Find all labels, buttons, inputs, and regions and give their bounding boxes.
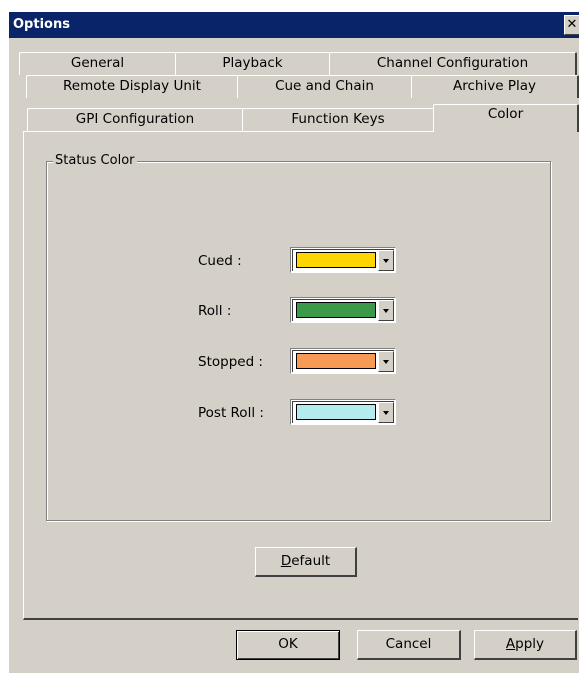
chevron-down-icon[interactable]: [378, 300, 394, 321]
status-color-group-title: Status Color: [53, 153, 137, 168]
close-button[interactable]: ✕: [564, 15, 579, 35]
default-button[interactable]: Default: [255, 547, 357, 577]
chevron-down-icon[interactable]: [378, 250, 394, 271]
stopped-color-swatch: [296, 353, 376, 369]
roll-label: Roll :: [198, 303, 232, 319]
tab-function-keys[interactable]: Function Keys: [242, 108, 435, 131]
status-color-group: Status Color: [46, 153, 551, 521]
apply-button[interactable]: Apply: [474, 630, 577, 660]
cued-label: Cued :: [198, 253, 242, 269]
tab-gpi-configuration[interactable]: GPI Configuration: [27, 108, 244, 131]
post-roll-color-picker[interactable]: [290, 399, 396, 425]
close-icon: ✕: [566, 17, 578, 32]
roll-color-swatch: [296, 302, 376, 318]
post-roll-label: Post Roll :: [198, 405, 264, 421]
stopped-color-picker[interactable]: [290, 348, 396, 374]
cued-color-swatch: [296, 252, 376, 268]
tab-playback[interactable]: Playback: [175, 52, 331, 75]
chevron-down-icon[interactable]: [378, 402, 394, 423]
dialog-title: Options: [13, 17, 70, 32]
color-tab-page: Status Color Cued : Roll : Stopped : Pos…: [23, 131, 578, 620]
cancel-button[interactable]: Cancel: [357, 630, 461, 660]
tab-color[interactable]: Color: [433, 104, 579, 132]
chevron-down-icon[interactable]: [378, 351, 394, 372]
tab-general[interactable]: General: [19, 52, 177, 75]
title-bar[interactable]: Options ✕: [9, 12, 579, 38]
tab-remote-display-unit[interactable]: Remote Display Unit: [26, 75, 239, 98]
cued-color-picker[interactable]: [290, 247, 396, 273]
ok-button[interactable]: OK: [236, 630, 340, 660]
stopped-label: Stopped :: [198, 354, 263, 370]
roll-color-picker[interactable]: [290, 297, 396, 323]
post-roll-color-swatch: [296, 404, 376, 420]
tab-archive-play[interactable]: Archive Play: [411, 75, 579, 98]
tab-channel-configuration[interactable]: Channel Configuration: [329, 52, 577, 75]
tab-cue-and-chain[interactable]: Cue and Chain: [237, 75, 413, 98]
